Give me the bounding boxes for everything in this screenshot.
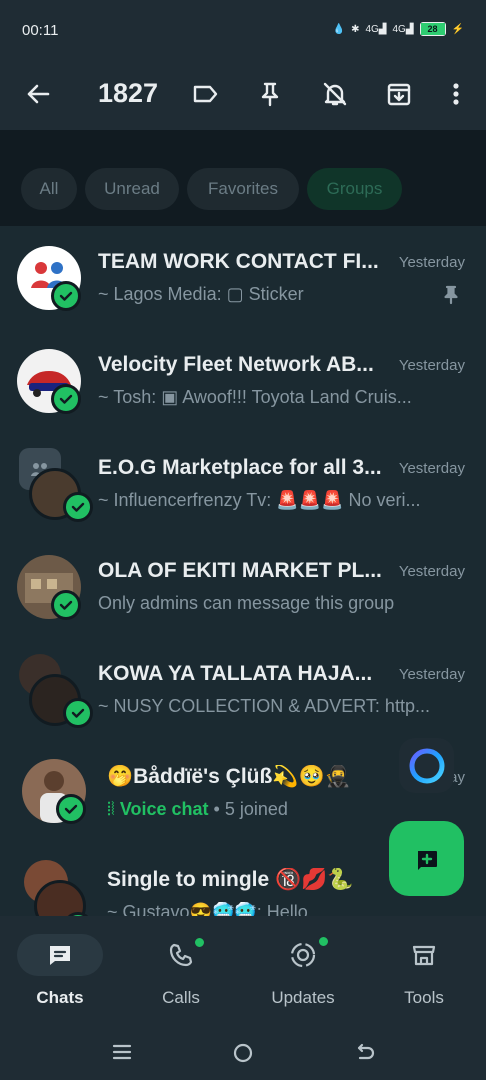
label-icon[interactable]	[188, 77, 222, 111]
pin-icon[interactable]	[253, 77, 287, 111]
nav-updates[interactable]: Updates	[260, 934, 370, 1014]
nav-tools[interactable]: Tools	[381, 934, 486, 1014]
chats-icon	[17, 934, 103, 976]
status-icons: 💧 ✱ 4G▟ 4G▟ 28 ⚡	[333, 22, 464, 36]
filter-unread[interactable]: Unread	[85, 168, 179, 210]
calls-badge	[193, 936, 206, 949]
chat-name: Single to mingle 🔞💋🐍	[107, 868, 354, 891]
chat-row[interactable]: TEAM WORK CONTACT FI... Yesterday ~ Lago…	[0, 226, 486, 329]
chat-row[interactable]: Velocity Fleet Network AB... Yesterday ~…	[0, 329, 486, 432]
selection-toolbar: 1827	[0, 60, 486, 130]
selected-check-icon	[63, 698, 93, 728]
filter-all[interactable]: All	[21, 168, 77, 210]
chat-time: Yesterday	[398, 563, 465, 580]
filter-chips: All Unread Favorites Groups	[0, 130, 486, 226]
chat-row[interactable]: E.O.G Marketplace for all 3... Yesterday…	[0, 432, 486, 535]
tools-icon	[381, 934, 467, 976]
bluetooth-icon: ✱	[351, 23, 360, 35]
voice-chat-count: • 5 joined	[208, 799, 288, 819]
recent-apps-icon[interactable]	[112, 1042, 132, 1067]
filter-groups[interactable]: Groups	[307, 168, 402, 210]
pinned-icon	[440, 284, 462, 311]
new-chat-icon[interactable]	[389, 821, 464, 896]
chat-time: Yesterday	[398, 666, 465, 683]
chat-time: Yesterday	[398, 460, 465, 477]
chat-row[interactable]: OLA OF EKITI MARKET PL... Yesterday Only…	[0, 535, 486, 638]
nav-chats[interactable]: Chats	[17, 934, 127, 1014]
voice-chat-icon: ⦙⦚	[107, 799, 115, 819]
chat-time: Yesterday	[398, 254, 465, 271]
chat-preview: Only admins can message this group	[98, 593, 395, 613]
nav-label: Chats	[36, 988, 84, 1007]
chat-name: Velocity Fleet Network AB...	[98, 353, 374, 376]
chat-preview: ~ Tosh: ▣ Awoof!!! Toyota Land Cruis...	[98, 387, 412, 407]
chat-preview: ⦙⦚ Voice chat • 5 joined	[107, 799, 465, 820]
chat-time: Yesterday	[398, 357, 465, 374]
system-navigation	[0, 1020, 486, 1080]
home-icon[interactable]	[232, 1042, 254, 1069]
selected-check-icon	[51, 590, 81, 620]
more-icon[interactable]	[439, 77, 473, 111]
network-signal-icon-2: 4G▟	[392, 23, 414, 35]
network-signal-icon: 4G▟	[365, 23, 387, 35]
selected-check-icon	[51, 281, 81, 311]
chat-name: TEAM WORK CONTACT FI...	[98, 250, 379, 273]
selected-check-icon	[63, 492, 93, 522]
meta-ai-icon[interactable]	[399, 738, 454, 793]
back-arrow-icon[interactable]	[22, 78, 54, 110]
chat-row[interactable]: KOWA YA TALLATA HAJA... Yesterday ~ NUSY…	[0, 638, 486, 741]
selected-check-icon	[51, 384, 81, 414]
calls-icon	[138, 934, 224, 976]
nav-label: Calls	[162, 988, 200, 1007]
archive-icon[interactable]	[382, 77, 416, 111]
status-time: 00:11	[22, 22, 59, 39]
charging-icon: ⚡	[451, 23, 464, 35]
mute-icon[interactable]	[318, 77, 352, 111]
updates-badge	[317, 935, 330, 948]
nav-label: Updates	[271, 988, 335, 1007]
chat-preview: ~ Influencerfrenzy Tv: 🚨🚨🚨 No veri...	[98, 490, 421, 510]
chat-preview: ~ Lagos Media: ▢ Sticker	[98, 284, 304, 304]
bottom-navigation: Chats Calls Updates Tools	[0, 916, 486, 1020]
updates-icon	[260, 934, 346, 976]
status-bar: 00:11 💧 ✱ 4G▟ 4G▟ 28 ⚡	[0, 0, 486, 60]
nav-calls[interactable]: Calls	[138, 934, 248, 1014]
chat-preview: ~ Gustavo😎🥶🥶: Hello	[107, 902, 308, 916]
chat-name: E.O.G Marketplace for all 3...	[98, 456, 382, 479]
filter-favorites[interactable]: Favorites	[187, 168, 299, 210]
nav-label: Tools	[404, 988, 444, 1007]
data-saver-icon: 💧	[332, 23, 346, 35]
selected-check-icon	[56, 794, 86, 824]
chat-name: KOWA YA TALLATA HAJA...	[98, 662, 373, 685]
chat-preview: ~ NUSY COLLECTION & ADVERT: http...	[98, 696, 430, 716]
battery-icon: 28	[419, 22, 446, 36]
chat-name: 🤭Båddïë's Çlüß💫🥹🥷	[107, 765, 351, 788]
selected-count: 1827	[98, 78, 159, 108]
back-nav-icon[interactable]	[354, 1042, 376, 1069]
chat-list: TEAM WORK CONTACT FI... Yesterday ~ Lago…	[0, 226, 486, 916]
chat-name: OLA OF EKITI MARKET PL...	[98, 559, 382, 582]
voice-chat-label: Voice chat	[119, 799, 209, 819]
